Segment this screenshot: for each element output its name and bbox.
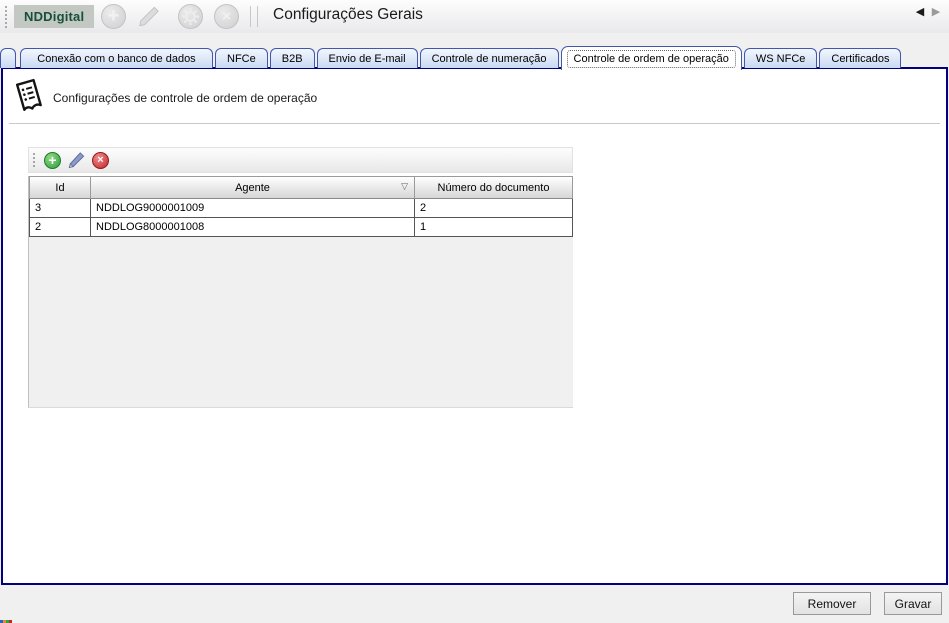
- heading-divider: [9, 123, 940, 124]
- close-glyph: ×: [222, 8, 231, 25]
- column-label: Número do documento: [438, 182, 550, 194]
- tab-nfce[interactable]: NFCe: [215, 48, 268, 68]
- tab-envio-email[interactable]: Envio de E-mail: [317, 48, 418, 68]
- table-row[interactable]: 2 NDDLOG8000001008 1: [29, 218, 573, 237]
- add-record-icon[interactable]: +: [44, 152, 61, 169]
- column-label: Agente: [235, 182, 270, 194]
- tab-strip: Conexão com o banco de dados NFCe B2B En…: [0, 46, 910, 68]
- tab-certificados[interactable]: Certificados: [819, 48, 901, 68]
- tab-label: Certificados: [831, 53, 889, 65]
- app-window: NDDigital + × Configurações Gerais: [0, 0, 949, 623]
- column-header-numero-documento[interactable]: Número do documento: [415, 176, 573, 199]
- section-heading: Configurações de controle de ordem de op…: [53, 91, 317, 105]
- column-header-agente[interactable]: Agente ▽: [91, 176, 415, 199]
- tab-ws-nfce[interactable]: WS NFCe: [744, 48, 818, 68]
- save-button[interactable]: Gravar: [884, 592, 942, 615]
- toolbar-separator: [257, 6, 258, 27]
- tab-label: Conexão com o banco de dados: [37, 53, 195, 65]
- toolbar-separator: [250, 6, 251, 27]
- sort-descending-icon: ▽: [401, 181, 408, 192]
- tab-conexao-banco[interactable]: Conexão com o banco de dados: [20, 48, 213, 68]
- tab-label: Envio de E-mail: [329, 53, 406, 65]
- cell-numero-documento: 1: [415, 218, 573, 237]
- remove-button[interactable]: Remover: [793, 592, 871, 615]
- toolbar-grip-handle[interactable]: [4, 5, 8, 28]
- grid-toolbar-grip-handle[interactable]: [32, 152, 36, 168]
- main-toolbar: NDDigital + × Configurações Gerais: [0, 0, 949, 33]
- document-note-icon: [10, 76, 48, 123]
- close-circle-icon[interactable]: ×: [214, 4, 239, 29]
- cell-id: 3: [29, 199, 91, 218]
- cell-numero-documento: 2: [415, 199, 573, 218]
- tab-label: NFCe: [227, 53, 256, 65]
- operation-order-grid: Id Agente ▽ Número do documento 3 NDDLOG…: [28, 176, 573, 408]
- tab-controle-ordem-operacao[interactable]: Controle de ordem de operação: [561, 46, 742, 70]
- x-glyph: ×: [97, 155, 103, 166]
- tab-scroll-right-icon[interactable]: ▶: [929, 4, 943, 18]
- edit-record-icon[interactable]: [68, 152, 85, 169]
- plus-glyph: +: [48, 153, 56, 167]
- column-header-id[interactable]: Id: [29, 176, 91, 199]
- plus-glyph: +: [108, 5, 120, 28]
- tab-partial-sliver[interactable]: [0, 48, 16, 68]
- tab-controle-numeracao[interactable]: Controle de numeração: [420, 48, 559, 68]
- tab-scroll-left-icon[interactable]: ◀: [913, 4, 927, 18]
- tab-label: B2B: [282, 53, 303, 65]
- tab-b2b[interactable]: B2B: [270, 48, 315, 68]
- grid-toolbar: + ×: [28, 147, 573, 173]
- tab-label: Controle de ordem de operação: [567, 50, 736, 68]
- gear-icon[interactable]: [178, 4, 203, 29]
- page-title: Configurações Gerais: [273, 6, 423, 24]
- add-circle-icon[interactable]: +: [101, 4, 126, 29]
- column-label: Id: [55, 182, 64, 194]
- tab-label: Controle de numeração: [432, 53, 547, 65]
- pencil-icon[interactable]: [136, 4, 161, 29]
- tab-label: WS NFCe: [756, 53, 806, 65]
- table-row[interactable]: 3 NDDLOG9000001009 2: [29, 199, 573, 218]
- cell-agente: NDDLOG9000001009: [91, 199, 415, 218]
- grid-header-row: Id Agente ▽ Número do documento: [29, 176, 573, 199]
- brand-logo: NDDigital: [14, 5, 94, 28]
- cell-agente: NDDLOG8000001008: [91, 218, 415, 237]
- cell-id: 2: [29, 218, 91, 237]
- delete-record-icon[interactable]: ×: [92, 152, 109, 169]
